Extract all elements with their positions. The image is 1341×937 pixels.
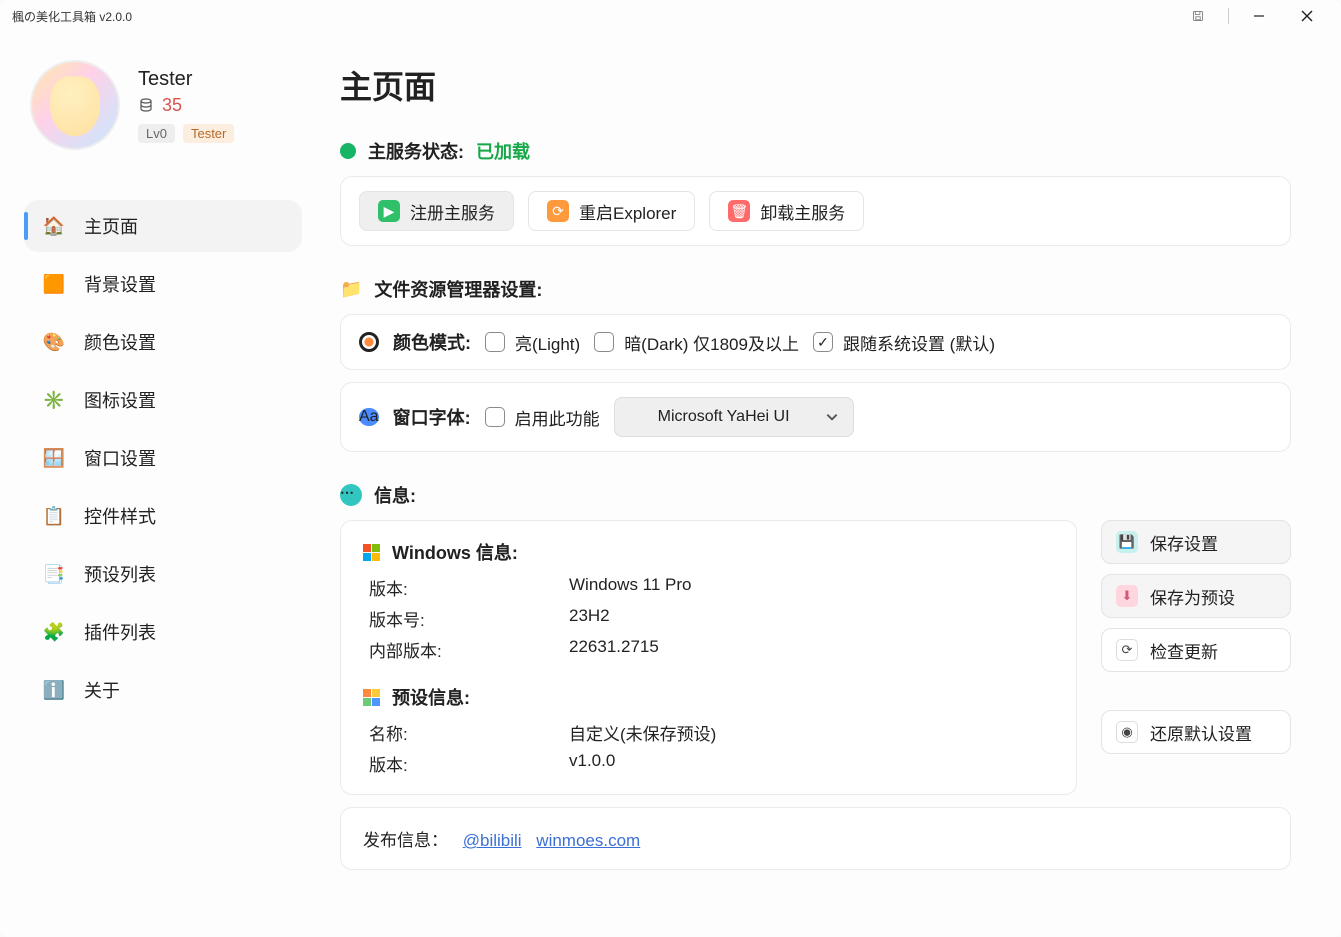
- profile-name: Tester: [138, 68, 234, 91]
- refresh-icon: ⟳: [1116, 639, 1138, 661]
- color-mode-icon: [359, 332, 379, 352]
- close-button[interactable]: [1285, 1, 1329, 31]
- grid-icon: 🧩: [42, 620, 66, 644]
- save-settings-button[interactable]: 💾 保存设置: [1101, 520, 1291, 564]
- check-update-button[interactable]: ⟳ 检查更新: [1101, 628, 1291, 672]
- controls-icon: 📋: [42, 504, 66, 528]
- checkbox[interactable]: [485, 332, 505, 352]
- level-badge: Lv0: [138, 124, 175, 143]
- nav-item-plugins[interactable]: 🧩 插件列表: [24, 606, 302, 658]
- sidebar: Tester 35 Lv0 Tester 🏠 主页: [10, 42, 310, 927]
- image-icon: 🟧: [42, 272, 66, 296]
- color-mode-follow-option[interactable]: 跟随系统设置 (默认): [813, 330, 995, 355]
- status-dot-icon: [340, 143, 356, 159]
- main: 主页面 主服务状态: 已加载 ▶ 注册主服务 ⟳ 重启Explorer 🗑 卸载…: [340, 42, 1331, 927]
- windows-info-title: Windows 信息:: [363, 539, 1054, 565]
- star-icon: ✳️: [42, 388, 66, 412]
- window-font-card: Aa 窗口字体: 启用此功能 Microsoft YaHei UI: [340, 382, 1291, 452]
- release-card: 发布信息： @bilibili winmoes.com: [340, 807, 1291, 870]
- reload-icon: ⟳: [547, 200, 569, 222]
- trash-icon: 🗑: [728, 200, 750, 222]
- nav-item-icons[interactable]: ✳️ 图标设置: [24, 374, 302, 426]
- nav-label: 预设列表: [84, 561, 156, 587]
- nav-item-window[interactable]: 🪟 窗口设置: [24, 432, 302, 484]
- nav-label: 图标设置: [84, 387, 156, 413]
- role-badge: Tester: [183, 124, 234, 143]
- windows-logo-icon: [363, 544, 380, 561]
- nav-item-about[interactable]: ℹ️ 关于: [24, 664, 302, 716]
- window-controls: [1176, 1, 1329, 31]
- status-value: 已加载: [476, 138, 530, 164]
- register-service-button[interactable]: ▶ 注册主服务: [359, 191, 514, 231]
- window-icon: 🪟: [42, 446, 66, 470]
- windows-build: 23H2: [569, 606, 1054, 631]
- database-icon: [138, 97, 154, 113]
- preset-name: 自定义(未保存预设): [569, 720, 1054, 745]
- save-icon[interactable]: [1176, 1, 1220, 31]
- save-preset-button[interactable]: ⬇ 保存为预设: [1101, 574, 1291, 618]
- enable-font-option[interactable]: 启用此功能: [485, 405, 600, 430]
- color-mode-light-option[interactable]: 亮(Light): [485, 330, 580, 355]
- windows-internal: 22631.2715: [569, 637, 1054, 662]
- unload-service-button[interactable]: 🗑 卸载主服务: [709, 191, 864, 231]
- nav-label: 插件列表: [84, 619, 156, 645]
- explorer-settings-header: 📁 文件资源管理器设置:: [340, 276, 1291, 302]
- restore-defaults-button[interactable]: ◉ 还原默认设置: [1101, 710, 1291, 754]
- nav-label: 颜色设置: [84, 329, 156, 355]
- info-side-actions: 💾 保存设置 ⬇ 保存为预设 ⟳ 检查更新 ◉ 还原默认设置: [1101, 520, 1291, 754]
- folder-icon: 📁: [340, 279, 362, 300]
- restore-icon: ◉: [1116, 721, 1138, 743]
- preset-info-title: 预设信息:: [363, 684, 1054, 710]
- release-link-winmoes[interactable]: winmoes.com: [536, 831, 640, 850]
- color-mode-dark-option[interactable]: 暗(Dark) 仅1809及以上: [594, 330, 799, 355]
- separator: [1228, 8, 1229, 24]
- avatar[interactable]: [30, 60, 120, 150]
- palette-icon: 🎨: [42, 330, 66, 354]
- chevron-down-icon: [825, 410, 839, 424]
- nav-item-color[interactable]: 🎨 颜色设置: [24, 316, 302, 368]
- page-title: 主页面: [340, 62, 1291, 108]
- ellipsis-icon: ⋯: [340, 484, 362, 506]
- nav-label: 窗口设置: [84, 445, 156, 471]
- windows-version: Windows 11 Pro: [569, 575, 1054, 600]
- font-icon: Aa: [359, 408, 379, 426]
- release-link-bilibili[interactable]: @bilibili: [463, 831, 522, 850]
- nav-label: 背景设置: [84, 271, 156, 297]
- preset-version: v1.0.0: [569, 751, 1054, 776]
- restart-explorer-button[interactable]: ⟳ 重启Explorer: [528, 191, 695, 231]
- profile-points: 35: [138, 95, 234, 116]
- nav-item-home[interactable]: 🏠 主页面: [24, 200, 302, 252]
- download-icon: ⬇: [1116, 585, 1138, 607]
- list-icon: 📑: [42, 562, 66, 586]
- nav-label: 控件样式: [84, 503, 156, 529]
- color-mode-card: 颜色模式: 亮(Light) 暗(Dark) 仅1809及以上 跟随系统设置 (…: [340, 314, 1291, 370]
- nav-label: 主页面: [84, 213, 138, 239]
- service-status: 主服务状态: 已加载: [340, 138, 1291, 164]
- nav-item-background[interactable]: 🟧 背景设置: [24, 258, 302, 310]
- titlebar: 楓の美化工具箱 v2.0.0: [0, 0, 1341, 32]
- font-select[interactable]: Microsoft YaHei UI: [614, 397, 854, 437]
- save-icon: 💾: [1116, 531, 1138, 553]
- play-icon: ▶: [378, 200, 400, 222]
- info-icon: ℹ️: [42, 678, 66, 702]
- preset-logo-icon: [363, 689, 380, 706]
- profile-block: Tester 35 Lv0 Tester: [10, 50, 310, 160]
- service-actions-card: ▶ 注册主服务 ⟳ 重启Explorer 🗑 卸载主服务: [340, 176, 1291, 246]
- checkbox-checked[interactable]: [813, 332, 833, 352]
- minimize-button[interactable]: [1237, 1, 1281, 31]
- nav-item-controls[interactable]: 📋 控件样式: [24, 490, 302, 542]
- checkbox[interactable]: [594, 332, 614, 352]
- nav-label: 关于: [84, 677, 120, 703]
- window-title: 楓の美化工具箱 v2.0.0: [12, 8, 1176, 25]
- home-icon: 🏠: [42, 214, 66, 238]
- nav: 🏠 主页面 🟧 背景设置 🎨 颜色设置 ✳️ 图标设置 🪟 窗口设置: [10, 200, 310, 716]
- checkbox[interactable]: [485, 407, 505, 427]
- nav-item-presets[interactable]: 📑 预设列表: [24, 548, 302, 600]
- info-card: Windows 信息: 版本: Windows 11 Pro 版本号: 23H2…: [340, 520, 1077, 795]
- info-header: ⋯ 信息:: [340, 482, 1291, 508]
